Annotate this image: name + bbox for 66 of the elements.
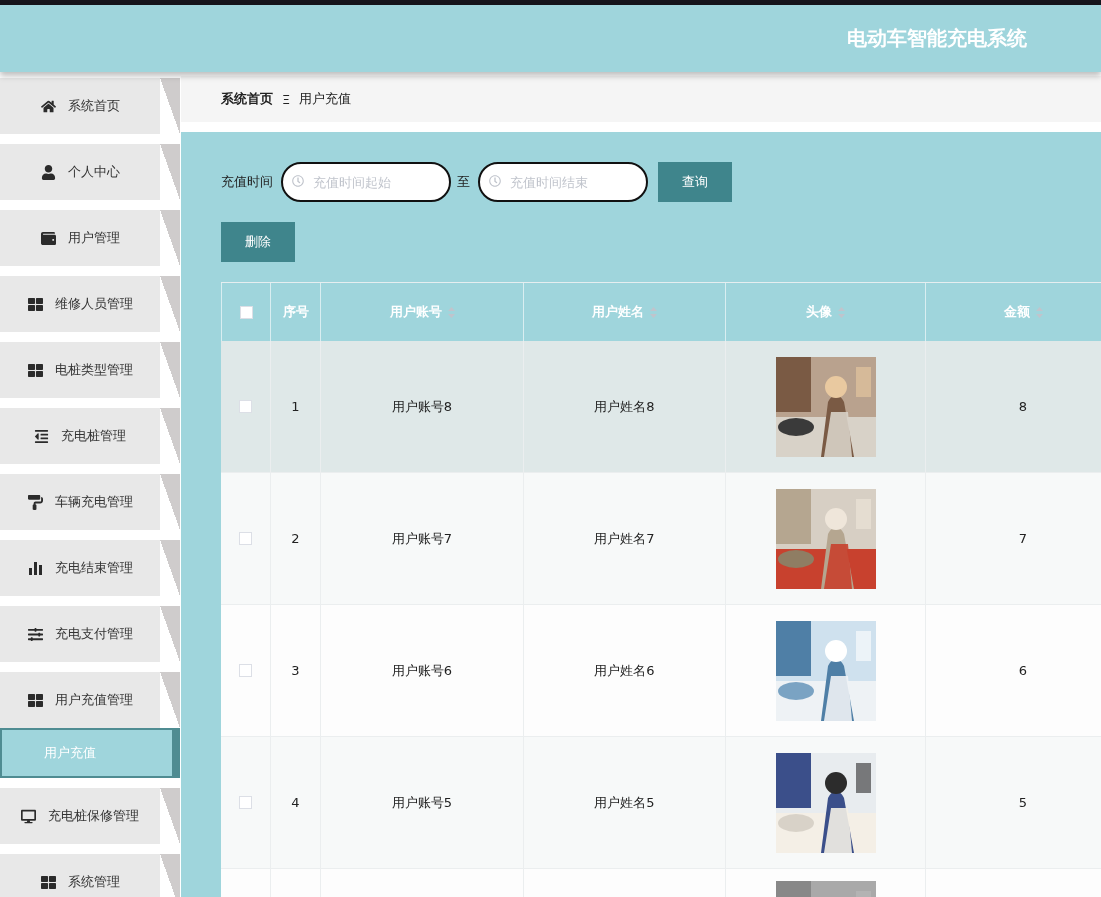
app-title: 电动车智能充电系统 [847, 25, 1027, 52]
breadcrumb-separator: Ξ [282, 91, 291, 107]
select-all-checkbox[interactable] [239, 305, 253, 319]
grid-icon [27, 296, 43, 312]
table-cell: 用户姓名8 [594, 397, 655, 416]
table-cell: 用户账号6 [391, 661, 453, 680]
table-cell: 用户姓名7 [594, 529, 655, 548]
table-cell: 用户姓名5 [594, 793, 655, 812]
sort-icon[interactable] [838, 306, 845, 318]
table-cell: 5 [1018, 795, 1028, 810]
bar-chart-icon [27, 561, 43, 575]
delete-button[interactable]: 删除 [221, 222, 295, 262]
indent-list-icon [34, 428, 49, 444]
sidebar-item[interactable]: 用户管理 [0, 210, 180, 266]
breadcrumb-item: 用户充值 [299, 90, 352, 108]
table-cell: 3 [291, 663, 300, 678]
table-row[interactable]: 3 用户账号6 用户姓名6 6 [221, 605, 1101, 737]
table-row[interactable]: 4 用户账号5 用户姓名5 5 [221, 737, 1101, 869]
table-cell: 6 [1018, 663, 1028, 678]
sidebar-item[interactable]: 电桩类型管理 [0, 342, 180, 398]
grid-icon [27, 362, 43, 378]
sort-icon[interactable] [650, 306, 657, 318]
end-date-field[interactable]: 充值时间结束 [478, 162, 648, 202]
sort-icon[interactable] [447, 306, 455, 318]
monitor-icon [21, 808, 36, 824]
sidebar-item[interactable]: 充电桩管理 [0, 408, 180, 464]
search-button[interactable]: 查询 [658, 162, 732, 202]
grid-icon [27, 692, 43, 708]
home-icon [40, 98, 56, 114]
table-row[interactable]: 1 用户账号8 用户姓名8 8 [221, 341, 1101, 473]
sidebar-item[interactable]: 充电支付管理 [0, 606, 180, 662]
sidebar-item[interactable]: 车辆充电管理 [0, 474, 180, 530]
row-checkbox[interactable] [239, 532, 252, 545]
row-checkbox[interactable] [239, 400, 252, 413]
clock-icon [489, 175, 501, 187]
grid-icon [40, 874, 56, 890]
breadcrumb-item[interactable]: 系统首页 [221, 90, 273, 108]
table-cell: 用户姓名6 [594, 661, 655, 680]
sort-icon[interactable] [1035, 306, 1043, 318]
user-icon [40, 164, 56, 180]
table-cell: 8 [1018, 399, 1028, 414]
wallet-icon [40, 230, 56, 246]
row-checkbox[interactable] [239, 664, 252, 677]
table-cell: 用户账号5 [391, 793, 453, 812]
range-separator: 至 [457, 173, 470, 191]
sidebar-item[interactable]: 充电桩保修管理 [0, 788, 180, 844]
paint-roller-icon [27, 494, 43, 510]
table-cell: 2 [291, 531, 300, 546]
filter-label: 充值时间 [221, 173, 273, 191]
clock-icon [292, 175, 304, 187]
sidebar-item[interactable]: 用户充值管理 [0, 672, 180, 728]
sidebar-item[interactable]: 充电结束管理 [0, 540, 180, 596]
table-cell: 4 [291, 795, 300, 810]
sliders-icon [27, 626, 43, 642]
start-date-field[interactable]: 充值时间起始 [281, 162, 451, 202]
sidebar-item[interactable]: 维修人员管理 [0, 276, 180, 332]
row-checkbox[interactable] [239, 796, 252, 809]
sidebar-item[interactable]: 系统首页 [0, 78, 180, 134]
table-row[interactable]: 2 用户账号7 用户姓名7 7 [221, 473, 1101, 605]
table-cell: 用户账号7 [391, 529, 453, 548]
sidebar-item[interactable]: 个人中心 [0, 144, 180, 200]
sidebar-item[interactable]: 系统管理 [0, 854, 180, 897]
table-cell: 1 [291, 399, 300, 414]
column-header: 序号 [282, 303, 309, 321]
table-cell: 用户账号8 [391, 397, 453, 416]
table-cell: 7 [1018, 531, 1028, 546]
